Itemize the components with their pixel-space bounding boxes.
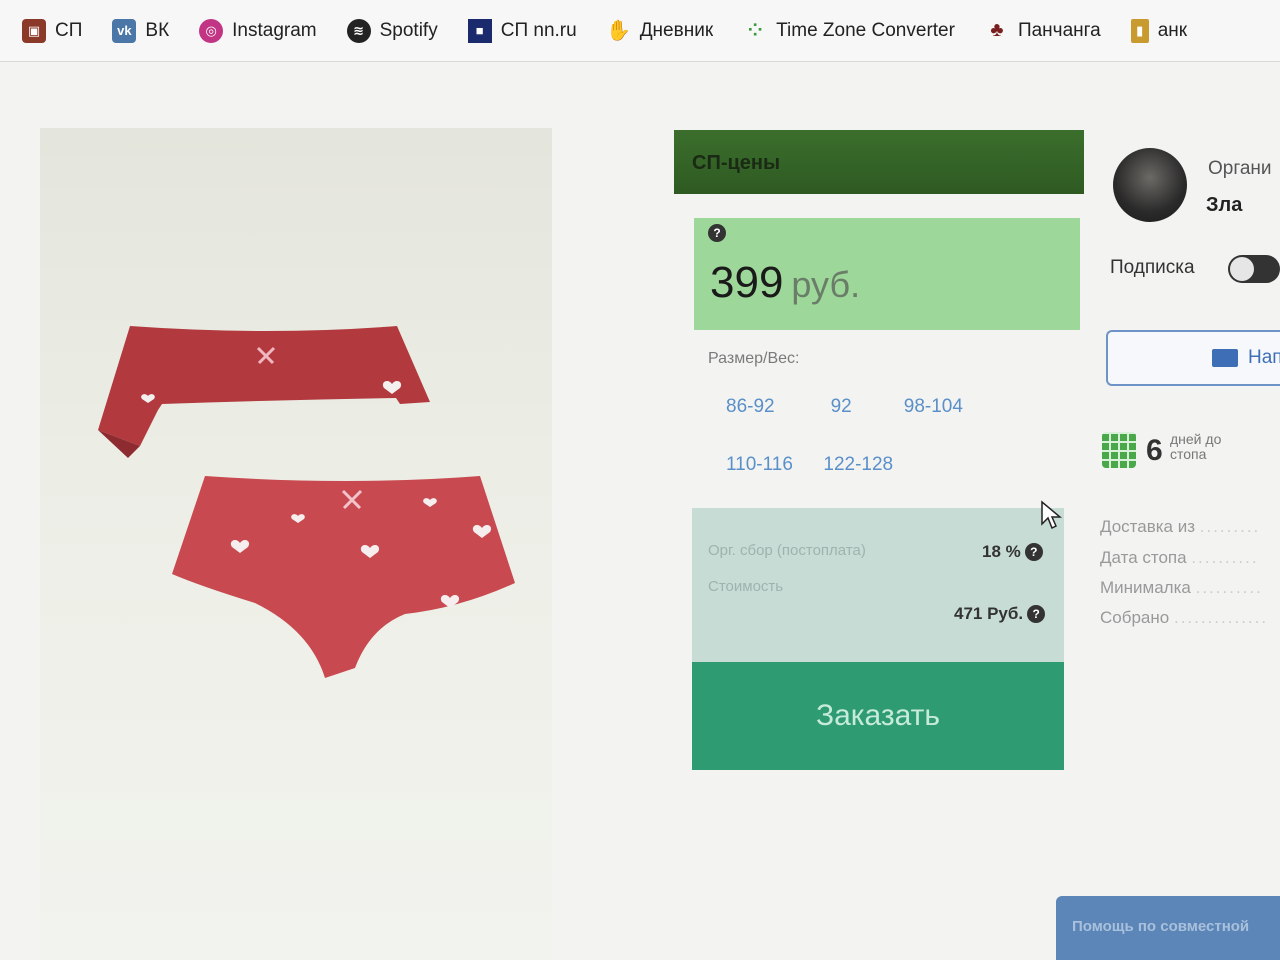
bookmark-bank[interactable]: ▮ анк <box>1130 18 1188 43</box>
price-currency: руб. <box>791 264 861 305</box>
days-to-stop-number: 6 <box>1146 434 1163 467</box>
help-banner[interactable]: Помощь по совместной <box>1056 896 1280 960</box>
bookmark-panchanga[interactable]: ♣ Панчанга <box>985 19 1101 43</box>
fees-box: Орг. сбор (постоплата) 18 % ? Стоимость … <box>692 508 1064 664</box>
subscription-label: Подписка <box>1110 257 1195 278</box>
price-box: ? 399 руб. <box>694 218 1080 330</box>
price-panel: СП-цены ? 399 руб. Размер/Вес: 86-92 92 98-… <box>672 130 1084 780</box>
cost-amount: 471 Руб. <box>954 604 1024 623</box>
instagram-icon: ◎ <box>199 18 224 43</box>
write-button[interactable]: Нап <box>1106 330 1280 386</box>
size-option[interactable]: 98-104 <box>896 392 971 422</box>
mouse-cursor-icon <box>1041 500 1062 530</box>
product-image[interactable] <box>40 128 552 960</box>
toggle-knob <box>1230 257 1254 281</box>
size-option[interactable]: 92 <box>823 392 860 422</box>
calendar-icon <box>1102 432 1136 468</box>
info-minimum: Минималка .......... <box>1100 578 1263 597</box>
size-option[interactable]: 110-116 <box>718 450 801 480</box>
cost-label: Стоимость <box>708 578 784 595</box>
panchanga-icon: ♣ <box>990 19 1004 41</box>
timezone-icon: ⁘ <box>747 20 763 40</box>
sp-prices-header: СП-цены <box>674 130 1084 194</box>
bookmark-label: Панчанга <box>1017 19 1101 41</box>
order-button[interactable]: Заказать <box>692 662 1064 770</box>
organizer-label: Органи <box>1208 158 1272 179</box>
bookmark-dnevnik[interactable]: ✋ Дневник <box>606 19 714 43</box>
info-delivery: Доставка из ......... <box>1100 517 1261 536</box>
info-stop-date: Дата стопа .......... <box>1100 548 1259 567</box>
avatar[interactable] <box>1113 148 1187 222</box>
help-icon[interactable]: ? <box>708 224 726 242</box>
org-fee-value: 18 % ? <box>982 542 1043 562</box>
product-photo <box>98 326 515 678</box>
info-label: Минималка <box>1100 578 1191 597</box>
bookmark-label: СП <box>55 19 83 41</box>
info-label: Собрано <box>1100 608 1170 627</box>
bookmark-label: Spotify <box>379 19 438 41</box>
mail-icon <box>1212 349 1238 367</box>
hand-icon: ✋ <box>606 20 632 42</box>
bookmark-label: СП nn.ru <box>500 19 577 41</box>
days-to-stop-text: дней до стопа <box>1170 431 1222 462</box>
bank-icon: ▮ <box>1130 18 1149 43</box>
info-collected: Собрано .............. <box>1100 608 1269 627</box>
help-icon[interactable]: ? <box>1027 605 1046 623</box>
bookmark-instagram[interactable]: ◎ Instagram <box>199 18 317 43</box>
gift-icon: ▣ <box>22 18 46 43</box>
info-label: Дата стопа <box>1100 548 1187 567</box>
org-fee-percent: 18 % <box>982 542 1021 561</box>
spotify-icon: ≋ <box>346 18 371 43</box>
bookmark-vk[interactable]: vk ВК <box>112 18 170 43</box>
organizer-name[interactable]: Зла <box>1206 194 1242 217</box>
size-option[interactable]: 122-128 <box>815 450 901 480</box>
help-icon[interactable]: ? <box>1024 543 1043 561</box>
size-option[interactable]: 86-92 <box>718 392 783 422</box>
bookmark-label: Instagram <box>232 19 317 41</box>
vk-icon: vk <box>112 18 137 43</box>
price-value: 399 руб. <box>710 258 860 308</box>
bookmarks-bar: ▣ СП vk ВК ◎ Instagram ≋ Spotify ■ СП nn… <box>0 0 1280 62</box>
info-label: Доставка из <box>1100 517 1196 536</box>
price-amount: 399 <box>710 258 784 307</box>
bookmark-label: Дневник <box>639 19 714 41</box>
nnru-icon: ■ <box>467 18 492 43</box>
size-label: Размер/Вес: <box>708 350 800 367</box>
subscription-toggle[interactable] <box>1228 255 1280 283</box>
bookmark-label: Time Zone Converter <box>776 19 955 41</box>
org-fee-label: Орг. сбор (постоплата) <box>708 542 866 559</box>
bookmark-spotify[interactable]: ≋ Spotify <box>346 18 438 43</box>
write-button-label: Нап <box>1248 347 1280 368</box>
bookmark-timezone[interactable]: ⁘ Time Zone Converter <box>743 19 955 43</box>
cost-value: 471 Руб. ? <box>954 604 1046 624</box>
bookmark-label: ВК <box>145 19 170 41</box>
bookmark-sp[interactable]: ▣ СП <box>22 18 83 43</box>
bookmark-sp-nnru[interactable]: ■ СП nn.ru <box>467 18 577 43</box>
bookmark-label: анк <box>1157 19 1188 41</box>
